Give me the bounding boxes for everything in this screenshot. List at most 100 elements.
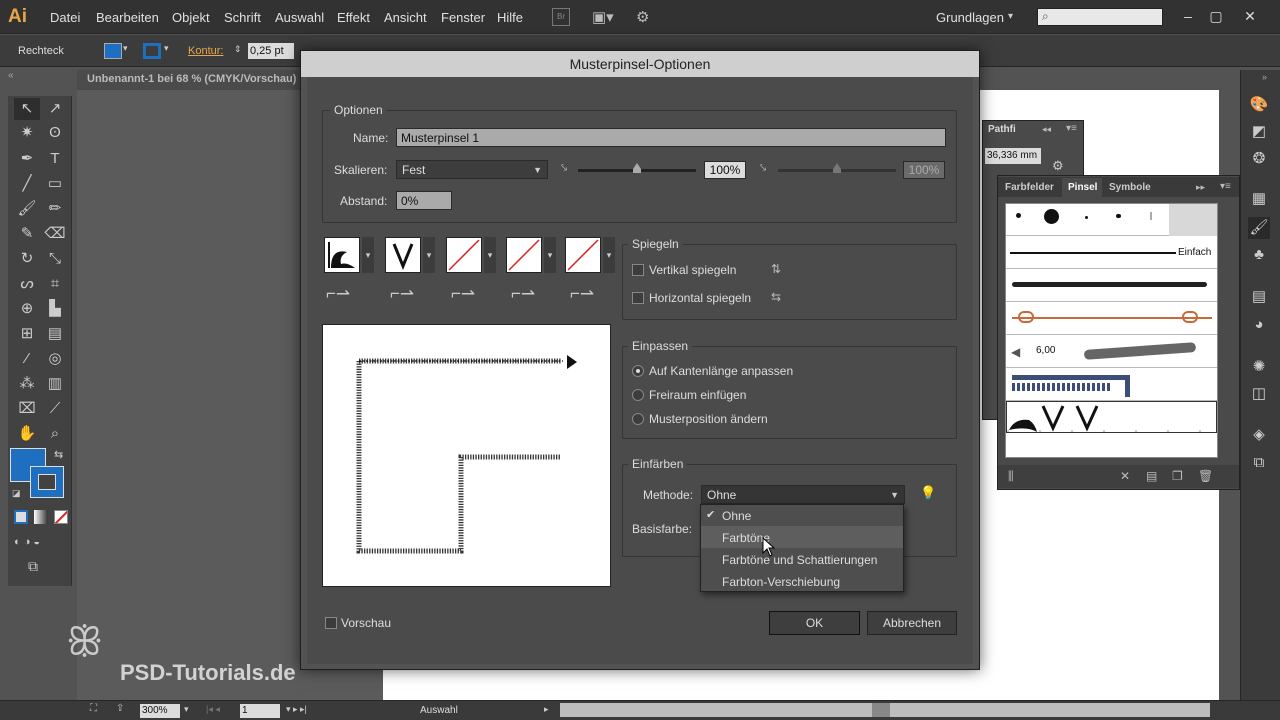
panel-menu-icon[interactable]: ▾≡ <box>1066 123 1077 134</box>
charcoal-brush-row[interactable] <box>1006 270 1217 302</box>
chevron-down-icon[interactable]: ▾ <box>184 704 189 715</box>
stroke-swatch[interactable] <box>143 43 161 59</box>
brushes-icon[interactable]: 🖌 <box>1248 217 1270 239</box>
minimize-icon[interactable]: – <box>1176 6 1200 26</box>
fit-add-space-label[interactable]: Freiraum einfügen <box>649 388 746 402</box>
share-icon[interactable]: ⇪ <box>116 703 124 714</box>
blend-tool-icon[interactable]: ◎ <box>42 348 68 370</box>
menu-objekt[interactable]: Objekt <box>172 10 210 25</box>
status-menu-icon[interactable]: ▸ <box>544 704 549 715</box>
brush-libraries-icon[interactable]: ⫼ <box>1008 469 1014 484</box>
rotate-tool-icon[interactable]: ↻ <box>14 248 40 270</box>
fit-add-space-radio[interactable] <box>632 389 644 401</box>
calligraphic-brush-row[interactable] <box>1006 204 1217 236</box>
end-tile-dropdown[interactable]: ▾ <box>603 237 615 273</box>
menu-effekt[interactable]: Effekt <box>337 10 370 25</box>
flip-horizontal-checkbox[interactable] <box>632 292 644 304</box>
column-graph-tool-icon[interactable]: ▥ <box>42 373 68 395</box>
end-tile[interactable] <box>565 237 601 273</box>
options-of-selected-object-icon[interactable]: ▤ <box>1146 469 1157 483</box>
first-page-icon[interactable]: |◂ ◂ <box>206 704 220 715</box>
graphic-styles-icon[interactable]: ◫ <box>1248 383 1270 405</box>
dialog-title[interactable]: Musterpinsel-Optionen <box>301 51 979 77</box>
zoom-field[interactable]: 300% <box>140 704 180 718</box>
inner-corner-tile[interactable] <box>446 237 482 273</box>
direct-selection-tool-icon[interactable]: ↗ <box>42 98 68 120</box>
type-tool-icon[interactable]: T <box>42 148 68 170</box>
status-icon[interactable]: ⛶ <box>90 703 97 714</box>
tips-lightbulb-icon[interactable]: 💡 <box>920 485 936 501</box>
method-option-hue-shift[interactable]: Farbton-Verschiebung <box>722 575 840 589</box>
inner-corner-tile-dropdown[interactable]: ▾ <box>484 237 496 273</box>
kuler-icon[interactable]: ❂ <box>1248 148 1270 170</box>
flip-vertical-checkbox[interactable] <box>632 264 644 276</box>
method-option-tints-shades[interactable]: Farbtöne und Schattierungen <box>722 553 877 567</box>
stepper-icon[interactable]: ⇕ <box>234 44 242 55</box>
chevron-down-icon[interactable]: ▾ <box>1008 11 1013 22</box>
ok-button[interactable]: OK <box>769 611 860 635</box>
bridge-icon[interactable]: Br <box>552 8 570 26</box>
pencil-tool-icon[interactable]: ✏ <box>42 198 68 220</box>
swatches-icon[interactable]: ▦ <box>1248 188 1270 210</box>
workspace-switcher[interactable]: Grundlagen <box>936 10 1004 25</box>
fit-stretch-label[interactable]: Auf Kantenlänge anpassen <box>649 364 793 378</box>
method-select[interactable]: Ohne ▼ <box>701 485 905 504</box>
shape-builder-tool-icon[interactable]: ⊕ <box>14 298 40 320</box>
expand-dock-icon[interactable]: » <box>1262 72 1267 82</box>
free-transform-tool-icon[interactable]: ⌗ <box>42 273 68 295</box>
warp-tool-icon[interactable]: ᔕ <box>14 273 40 295</box>
gear-icon[interactable]: ⚙ <box>1052 158 1064 174</box>
pathfinder-value-field[interactable]: 36,336 mm <box>985 148 1041 164</box>
flip-vertical-label[interactable]: Vertikal spiegeln <box>649 263 736 277</box>
side-tile[interactable] <box>324 237 360 273</box>
start-tile-dropdown[interactable]: ▾ <box>544 237 556 273</box>
drawing-modes-icon[interactable]: ◐ ◑ ◒ <box>14 536 66 550</box>
screen-mode-icon[interactable]: ⧉ <box>28 558 38 575</box>
gradient-mode-icon[interactable] <box>34 510 48 524</box>
preview-label[interactable]: Vorschau <box>341 616 391 630</box>
chevron-down-icon[interactable]: ▾ <box>164 43 174 59</box>
new-brush-icon[interactable]: ❐ <box>1172 469 1183 483</box>
eraser-tool-icon[interactable]: ⌫ <box>42 223 68 245</box>
menu-datei[interactable]: Datei <box>50 10 80 25</box>
menu-auswahl[interactable]: Auswahl <box>275 10 324 25</box>
none-mode-icon[interactable] <box>54 510 68 524</box>
delete-brush-icon[interactable]: 🗑 <box>1198 469 1213 483</box>
hand-tool-icon[interactable]: ✋ <box>14 423 40 445</box>
chevron-down-icon[interactable]: ▾ <box>123 43 133 59</box>
start-tile[interactable] <box>506 237 542 273</box>
color-guide-icon[interactable]: ◩ <box>1248 121 1270 143</box>
line-tool-icon[interactable]: ╱ <box>14 173 40 195</box>
slice-tool-icon[interactable]: ⟋ <box>42 398 68 420</box>
menu-bearbeiten[interactable]: Bearbeiten <box>96 10 159 25</box>
layers-icon[interactable]: ◈ <box>1248 424 1270 446</box>
panel-menu-icon[interactable]: ▾≡ <box>1220 181 1231 192</box>
flip-horizontal-label[interactable]: Horizontal spiegeln <box>649 291 751 305</box>
cancel-button[interactable]: Abbrechen <box>867 611 957 635</box>
border-pattern-brush-row[interactable] <box>1006 369 1217 401</box>
menu-hilfe[interactable]: Hilfe <box>497 10 523 25</box>
preview-checkbox[interactable] <box>325 617 337 629</box>
collapse-toolbar-icon[interactable]: « <box>8 70 14 81</box>
scrollbar-thumb[interactable] <box>872 703 890 717</box>
default-colors-icon[interactable]: ◪ <box>12 488 21 499</box>
color-mode-icon[interactable] <box>14 510 28 524</box>
brush-name-input[interactable]: Musterpinsel 1 <box>396 128 946 147</box>
spacing-input[interactable]: 0% <box>396 191 452 210</box>
stroke-color-box[interactable] <box>30 466 64 498</box>
appearance-icon[interactable]: ✺ <box>1248 356 1270 378</box>
fit-approximate-radio[interactable] <box>632 413 644 425</box>
collapse-panel-icon[interactable]: ◂◂ <box>1042 124 1051 135</box>
scale-tool-icon[interactable]: ⤡ <box>42 248 68 270</box>
search-input[interactable]: ⌕ <box>1037 8 1163 26</box>
method-option-none[interactable]: Ohne <box>722 509 751 523</box>
magic-wand-tool-icon[interactable]: ✷ <box>14 122 40 144</box>
remove-stroke-icon[interactable]: ✕ <box>1120 469 1130 483</box>
eyedropper-tool-icon[interactable]: ⁄ <box>14 348 40 370</box>
menu-ansicht[interactable]: Ansicht <box>384 10 427 25</box>
last-page-icon[interactable]: ▾ ▸ ▸| <box>286 704 307 715</box>
blob-brush-tool-icon[interactable]: ✎ <box>14 223 40 245</box>
maximize-icon[interactable]: ▢ <box>1204 6 1228 26</box>
artboards-icon[interactable]: ⧉ <box>1248 452 1270 474</box>
gradient-panel-icon[interactable]: ▤ <box>1248 286 1270 308</box>
